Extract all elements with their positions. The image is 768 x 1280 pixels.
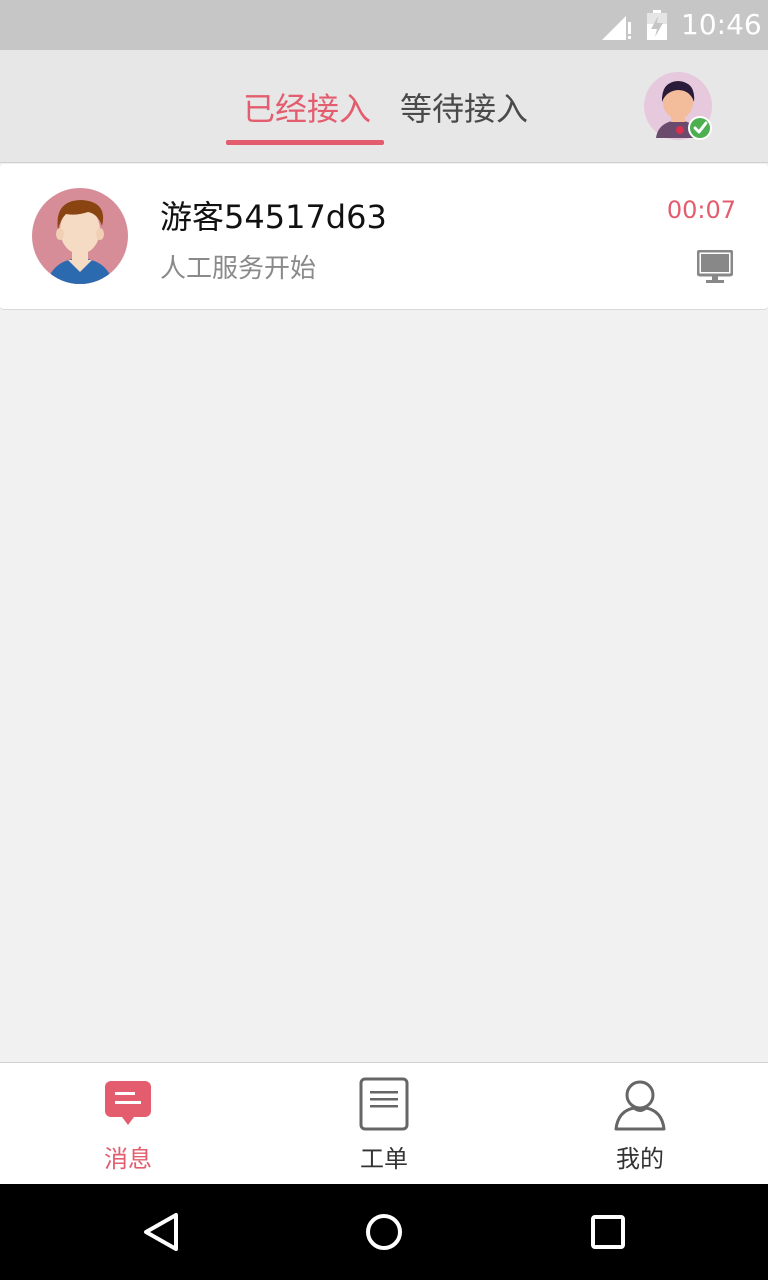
status-time: 10:46 [681,8,762,41]
tab-connected[interactable]: 已经接入 [243,84,371,130]
profile-icon [614,1080,666,1131]
conversation-name: 游客54517d63 [160,198,387,236]
signal-icon [602,16,631,40]
bottom-nav: 消息 工单 我的 [0,1062,768,1184]
conversation-list: 游客54517d63 人工服务开始 00:07 [0,164,768,310]
message-icon [105,1081,151,1125]
nav-messages[interactable]: 消息 [0,1063,256,1185]
nav-messages-label: 消息 [104,1145,152,1173]
agent-avatar[interactable] [644,72,716,144]
home-icon[interactable] [364,1212,404,1252]
conversation-last-message: 人工服务开始 [160,254,317,284]
recents-icon[interactable] [590,1212,626,1252]
header: 已经接入 等待接入 [0,50,768,163]
nav-profile[interactable]: 我的 [512,1063,768,1185]
system-nav-bar [0,1184,768,1280]
conversation-item[interactable]: 游客54517d63 人工服务开始 00:07 [0,164,768,310]
desktop-icon [697,250,733,283]
nav-profile-label: 我的 [616,1145,664,1173]
nav-tickets-label: 工单 [360,1145,408,1173]
conversation-time: 00:07 [666,196,736,224]
ticket-icon [359,1077,409,1131]
nav-tickets[interactable]: 工单 [256,1063,512,1185]
status-bar: 10:46 [0,0,768,50]
battery-icon [647,10,667,40]
visitor-avatar [32,188,128,284]
back-icon[interactable] [142,1212,180,1252]
online-status-icon [690,118,710,138]
tab-indicator [226,140,384,145]
tab-waiting[interactable]: 等待接入 [400,84,528,130]
